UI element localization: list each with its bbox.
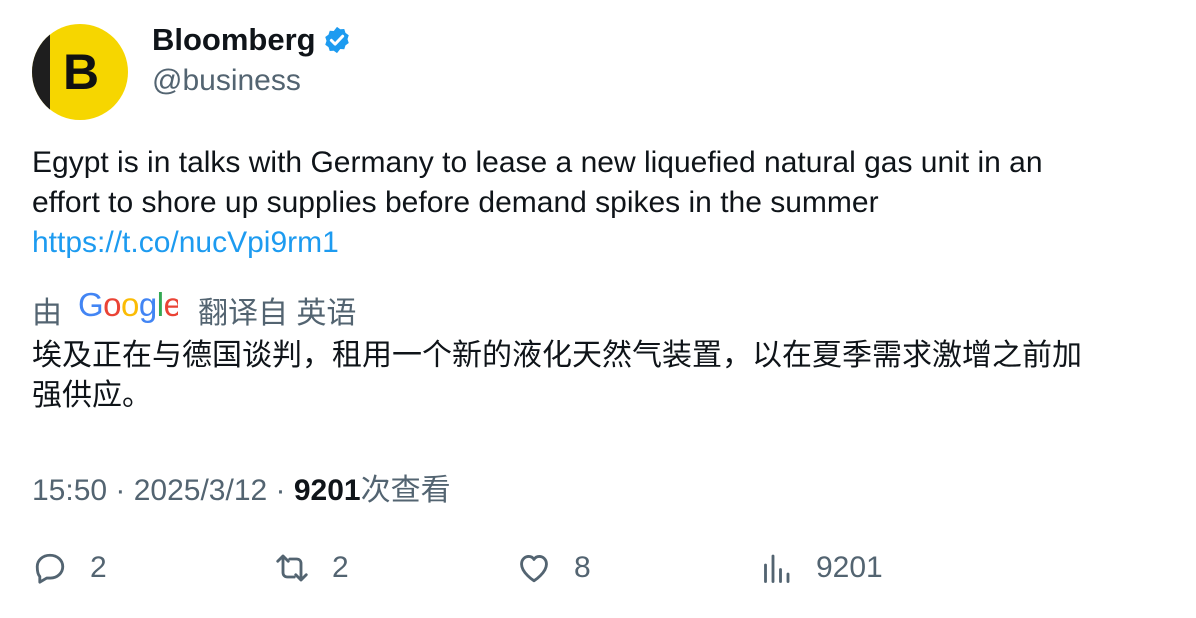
svg-text:Google: Google [78,288,178,323]
views-action-count: 9201 [816,551,883,584]
like-icon [520,555,548,583]
display-name[interactable]: Bloomberg [152,22,316,58]
tweet-text-line: effort to shore up supplies before deman… [32,186,879,219]
views-label: 次查看 [360,474,451,507]
retweet-count: 2 [332,551,349,584]
author-handle[interactable]: @business [152,64,301,98]
translation-attribution: 由 Google 翻译自 英语 [32,286,356,332]
reply-icon [35,553,65,584]
translated-text-line: 强供应。 [32,379,152,412]
tweet-link[interactable]: https://t.co/nucVpi9rm1 [32,223,1162,263]
views-button[interactable]: 9201 [758,550,883,586]
views-icon [764,554,790,583]
tweet-text-line: Egypt is in talks with Germany to lease … [32,146,1043,179]
google-logo: Google [78,286,182,332]
translated-text-line: 埃及正在与德国谈判，租用一个新的液化天然气装置，以在夏季需求激增之前加 [32,339,1082,372]
action-bar: 2 2 8 9201 [32,550,1162,594]
avatar-letter: B [62,44,100,100]
tweet-text: Egypt is in talks with Germany to lease … [32,143,1162,263]
reply-count: 2 [90,551,107,584]
retweet-button[interactable]: 2 [274,550,349,586]
author-name-row: Bloomberg [152,22,352,58]
reply-button[interactable]: 2 [32,550,107,586]
translated-text: 埃及正在与德国谈判，租用一个新的液化天然气装置，以在夏季需求激增之前加 强供应。 [32,336,1172,416]
retweet-icon [276,554,308,582]
like-count: 8 [574,551,591,584]
views-count: 9201 [293,474,361,507]
translation-suffix[interactable]: 翻译自 英语 [198,288,356,332]
timestamp[interactable]: 15:50 · 2025/3/12 · [32,474,294,507]
verified-badge-icon [322,25,352,55]
translation-prefix: 由 [32,297,62,330]
avatar[interactable]: B [32,24,128,120]
like-button[interactable]: 8 [516,550,591,586]
tweet-meta: 15:50 · 2025/3/12 · 9201次查看 [32,465,451,509]
